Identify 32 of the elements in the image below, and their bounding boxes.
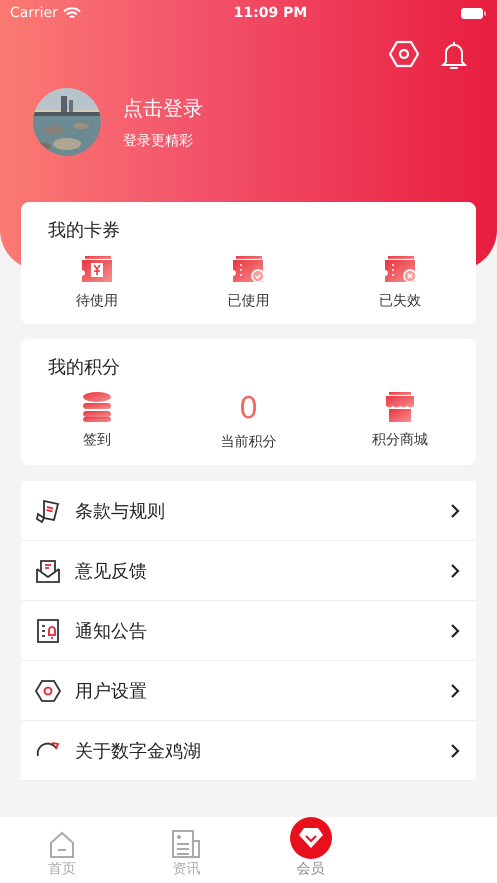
points-entry[interactable]: 签到 (21, 391, 173, 451)
wifi-icon (62, 6, 81, 20)
points-label: 当前积分 (220, 433, 276, 451)
news-icon (171, 829, 202, 859)
carrier-label: Carrier (10, 5, 58, 21)
chevron-right-icon (450, 622, 460, 638)
points-entry[interactable]: 积分商城 (324, 391, 476, 451)
battery-icon (460, 6, 487, 20)
chevron-right-icon (450, 682, 460, 698)
points-value: 0 (238, 391, 258, 427)
scroll-icon (35, 498, 61, 524)
card-title: 我的积分 (47, 356, 120, 379)
coupon-entry[interactable]: 已失效 (324, 254, 476, 310)
notification-bell-icon[interactable] (441, 40, 467, 70)
bell-document-icon (35, 618, 61, 644)
chevron-right-icon (450, 562, 460, 578)
coupon-cross-icon (382, 254, 418, 284)
settings-icon[interactable] (389, 40, 419, 68)
mail-icon (35, 558, 61, 584)
coin-stack-icon (80, 391, 113, 423)
chevron-right-icon (450, 502, 460, 518)
tab-item[interactable]: 会员 (248, 817, 373, 883)
home-icon (48, 831, 76, 859)
coupon-entry[interactable]: 已使用 (172, 254, 324, 310)
shop-icon (385, 391, 416, 423)
chevron-right-icon (450, 742, 460, 758)
status-time: 11:09 PM (234, 5, 308, 21)
hexagon-gear-icon (35, 678, 61, 704)
coupon-check-icon (230, 254, 266, 284)
card-title: 我的卡券 (47, 219, 120, 242)
login-subtitle: 登录更精彩 (123, 132, 194, 150)
coupon-entry[interactable]: 待使用 (21, 254, 173, 310)
